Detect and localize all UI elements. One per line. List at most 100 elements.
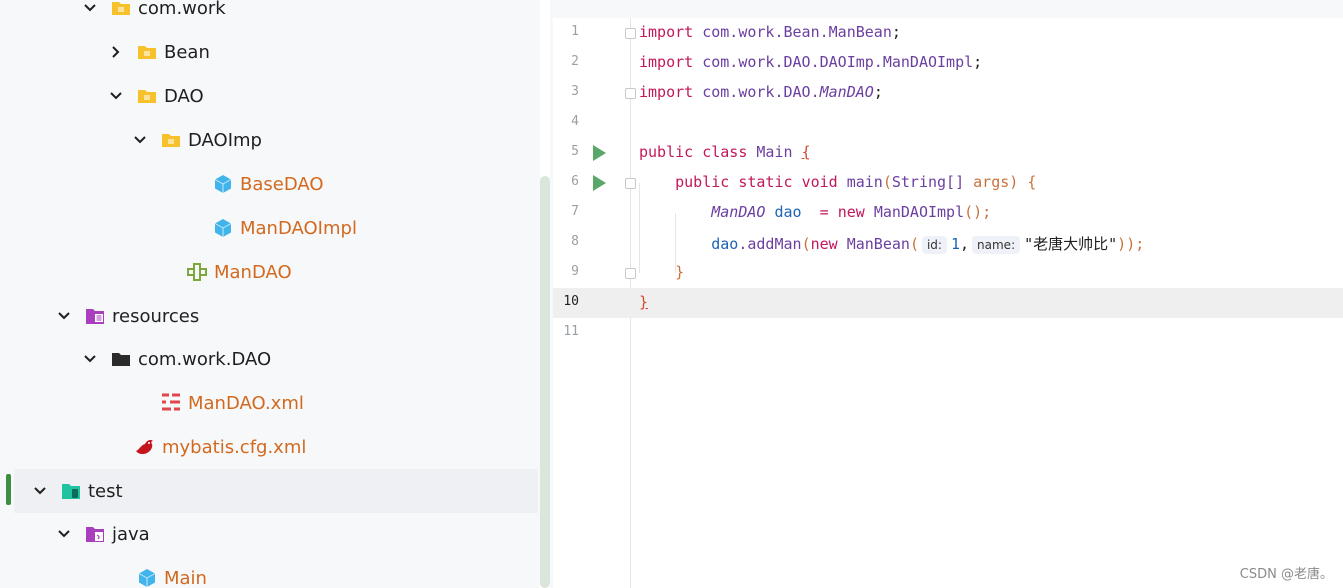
import-path: com.work.DAO.	[702, 83, 820, 101]
tree-item-mandao-xml[interactable]: ManDAO.xml	[0, 381, 540, 425]
chevron-right-icon[interactable]	[108, 44, 124, 60]
tree-item-label: Main	[164, 567, 207, 588]
brace: {	[1027, 173, 1037, 191]
semicolon: ;	[891, 23, 901, 41]
code-line-5[interactable]: 5 public class Main {	[553, 138, 1343, 168]
param-name: args	[973, 173, 1010, 191]
brace: {	[801, 143, 811, 161]
fold-icon[interactable]	[625, 88, 636, 99]
class-name: ManDAOImpl	[873, 203, 965, 221]
tree-item-mybatis-cfg-xml[interactable]: mybatis.cfg.xml	[0, 425, 540, 469]
keyword: new	[810, 235, 838, 253]
fold-icon[interactable]	[625, 28, 636, 39]
code-line-3[interactable]: 3 import com.work.DAO.ManDAO;	[553, 78, 1343, 108]
chevron-down-icon[interactable]	[56, 308, 72, 324]
paren: (	[909, 235, 919, 253]
import-path: com.work.DAO.DAOImp.ManDAOImpl	[702, 53, 974, 71]
class-icon	[136, 567, 158, 588]
fold-icon[interactable]	[625, 268, 636, 279]
tree-item-label: com.work.DAO	[138, 348, 272, 370]
package-folder-icon	[160, 129, 182, 151]
project-tree-panel: com.work Bean DAO DAOImp BaseDAO ManDAOImpl Ma…	[0, 0, 540, 588]
run-class-icon[interactable]	[593, 145, 606, 161]
code-line-9[interactable]: 9 }	[553, 258, 1343, 288]
chevron-down-icon[interactable]	[82, 351, 98, 367]
chevron-down-icon[interactable]	[32, 483, 48, 499]
tree-item-mandaoimpl[interactable]: ManDAOImpl	[0, 206, 540, 250]
tree-item-main[interactable]: Main	[0, 556, 540, 588]
chevron-down-icon[interactable]	[82, 0, 98, 16]
chevron-down-icon[interactable]	[108, 88, 124, 104]
package-folder-icon	[110, 0, 132, 19]
tree-item-label: ManDAOImpl	[240, 217, 357, 239]
interface-name: ManDAO	[819, 83, 874, 101]
tree-scrollbar[interactable]	[540, 176, 550, 588]
code-line-11[interactable]: 11	[553, 318, 1343, 348]
brace: }	[675, 263, 685, 281]
string-literal: "老唐大帅比"	[1024, 235, 1118, 253]
keyword: new	[837, 203, 865, 221]
class-icon	[212, 173, 234, 195]
tree-item-label: Bean	[164, 41, 210, 63]
keyword: public	[675, 173, 730, 191]
tree-item-label: ManDAO.xml	[188, 392, 304, 414]
tree-item-mandao[interactable]: ManDAO	[0, 250, 540, 294]
paren: )	[1009, 173, 1019, 191]
code-line-6[interactable]: 6 public static void main(String[] args)…	[553, 168, 1343, 198]
paren: (	[801, 235, 811, 253]
type-name: ManDAO	[711, 203, 766, 221]
xml-file-icon	[160, 392, 182, 414]
tree-item-com-work-dao[interactable]: com.work.DAO	[0, 337, 540, 381]
method-name: main	[846, 173, 883, 191]
param-hint-id: id:	[921, 236, 947, 254]
keyword: public	[639, 143, 694, 161]
package-folder-icon	[136, 41, 158, 63]
operator: =	[810, 203, 838, 221]
line-number: 7	[571, 204, 579, 219]
resources-folder-icon	[84, 305, 106, 327]
class-name: Main	[756, 143, 793, 161]
variable: dao	[711, 235, 739, 253]
editor-tab-bar-area	[553, 0, 1343, 18]
code-line-8[interactable]: 8 dao.addMan(new ManBean(id: 1, name: "老唐大帅…	[553, 228, 1343, 258]
tree-item-label: ManDAO	[214, 261, 292, 283]
fold-icon[interactable]	[625, 178, 636, 189]
code-line-2[interactable]: 2 import com.work.DAO.DAOImp.ManDAOImpl;	[553, 48, 1343, 78]
tree-item-label: test	[88, 480, 123, 502]
comma: ,	[960, 235, 970, 253]
method-name: .addMan	[738, 235, 802, 253]
tree-item-dao[interactable]: DAO	[0, 74, 540, 118]
tree-item-java[interactable]: java	[0, 512, 540, 556]
tree-item-basedao[interactable]: BaseDAO	[0, 162, 540, 206]
interface-icon	[186, 261, 208, 283]
line-number: 1	[571, 24, 579, 39]
code-editor[interactable]: 1 import com.work.Bean.ManBean; 2 import…	[553, 18, 1343, 588]
line-number: 5	[571, 144, 579, 159]
call-end: ));	[1117, 235, 1145, 253]
paren: (	[882, 173, 892, 191]
tree-item-com-work[interactable]: com.work	[0, 0, 540, 30]
keyword: import	[639, 83, 694, 101]
chevron-down-icon[interactable]	[132, 132, 148, 148]
semicolon: ;	[973, 53, 983, 71]
code-line-7[interactable]: 7 ManDAO dao = new ManDAOImpl();	[553, 198, 1343, 228]
code-line-4[interactable]: 4	[553, 108, 1343, 138]
class-name: ManBean	[846, 235, 910, 253]
line-number: 8	[571, 234, 579, 249]
tree-item-test[interactable]: test	[14, 469, 538, 513]
class-icon	[212, 217, 234, 239]
param-type: String[]	[891, 173, 965, 191]
line-number: 3	[571, 84, 579, 99]
test-folder-icon	[60, 480, 82, 502]
run-method-icon[interactable]	[593, 175, 606, 191]
package-folder-icon	[136, 85, 158, 107]
tree-item-resources[interactable]: resources	[0, 294, 540, 338]
line-number: 6	[571, 174, 579, 189]
tree-item-label: BaseDAO	[240, 173, 324, 195]
tree-item-daoimp[interactable]: DAOImp	[0, 118, 540, 162]
tree-item-label: resources	[112, 305, 200, 327]
code-line-1[interactable]: 1 import com.work.Bean.ManBean;	[553, 18, 1343, 48]
code-line-10[interactable]: 10 }	[553, 288, 1343, 318]
chevron-down-icon[interactable]	[56, 526, 72, 542]
tree-item-bean[interactable]: Bean	[0, 30, 540, 74]
